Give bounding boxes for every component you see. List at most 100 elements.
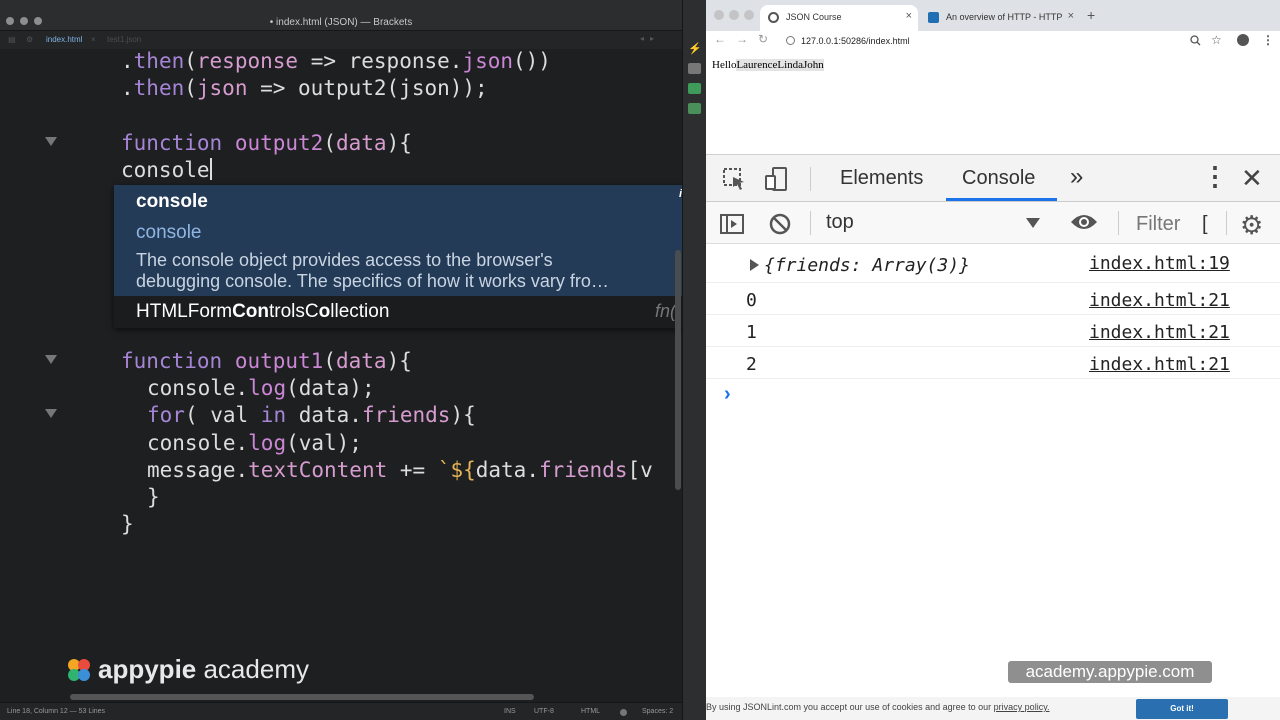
hint-item-label: HTMLFormControlsCollection	[136, 301, 390, 322]
console-sidebar-icon[interactable]	[720, 212, 744, 236]
brackets-editor: • index.html (JSON) — Brackets ▤ ⚙ index…	[0, 0, 698, 720]
close-tab-icon[interactable]: ×	[1068, 10, 1074, 22]
browser-tab-strip: JSON Course × An overview of HTTP - HTTP…	[706, 0, 1280, 31]
more-tabs-button[interactable]: »	[1070, 163, 1083, 191]
new-tab-button[interactable]: +	[1087, 7, 1095, 23]
tab-index-html[interactable]: index.html	[46, 35, 82, 44]
toolbar-divider	[1118, 211, 1119, 235]
inspect-element-icon[interactable]	[722, 167, 746, 191]
console-message-text[interactable]: {friends: Array(3)}	[764, 255, 970, 276]
console-message-text: 2	[746, 354, 757, 375]
zoom-icon[interactable]	[1190, 35, 1201, 46]
extension-icon[interactable]	[688, 103, 701, 114]
reload-button[interactable]: ↻	[758, 32, 768, 46]
live-preview-icon[interactable]: ⚡	[688, 42, 702, 55]
code-line: console.log(data);	[147, 376, 375, 400]
hint-description: The console object provides access to th…	[136, 250, 553, 270]
console-message: 0 index.html:21	[706, 283, 1280, 315]
hint-item-selected[interactable]: console i	[114, 185, 698, 217]
gear-icon[interactable]: ⚙	[26, 35, 33, 44]
console-filter-input[interactable]: Filter [	[1132, 211, 1222, 237]
split-icon[interactable]: ▤	[8, 35, 16, 44]
chevron-down-icon[interactable]	[1026, 218, 1040, 228]
bookmark-star-icon[interactable]: ☆	[1211, 33, 1222, 47]
fold-arrow-icon[interactable]	[45, 409, 57, 418]
device-toolbar-icon[interactable]	[764, 167, 788, 191]
fold-arrow-icon[interactable]	[45, 355, 57, 364]
profile-avatar[interactable]	[1237, 34, 1249, 46]
browser-tab-http-overview[interactable]: An overview of HTTP - HTTP | M ×	[920, 5, 1080, 31]
console-message-text: 0	[746, 290, 757, 311]
horizontal-scrollbar[interactable]	[70, 694, 534, 700]
tab-close-icon[interactable]: ×	[91, 35, 96, 44]
code-area[interactable]: .then(response => response.json()) .then…	[0, 49, 672, 689]
active-tab-indicator	[946, 198, 1057, 201]
hint-description-cont: debugging console. The specifics of how …	[136, 271, 609, 291]
forward-button[interactable]: →	[736, 32, 748, 46]
cursor-position: Line 18, Column 12 — 53 Lines	[7, 708, 106, 715]
vertical-scrollbar[interactable]	[675, 250, 681, 490]
clear-console-icon[interactable]	[768, 212, 792, 236]
code-line: for( val in data.friends){	[0, 403, 672, 430]
toolbar-divider	[1226, 211, 1227, 235]
tab-title: An overview of HTTP - HTTP | M	[946, 12, 1062, 22]
hint-item-label: console	[136, 191, 208, 212]
insert-mode[interactable]: INS	[504, 708, 516, 715]
tab-console[interactable]: Console	[962, 167, 1035, 190]
console-message-text: 1	[746, 322, 757, 343]
tab-scroll-arrows[interactable]: ◂▸	[640, 34, 660, 43]
hint-item[interactable]: HTMLFormControlsCollection fn()	[114, 296, 698, 328]
globe-icon	[768, 12, 779, 23]
browser-tab-json-course[interactable]: JSON Course ×	[760, 5, 918, 31]
back-button[interactable]: ←	[714, 32, 726, 46]
tab-test1-json[interactable]: test1.json	[107, 35, 141, 44]
cookie-accept-button[interactable]: Got it!	[1136, 699, 1228, 719]
chrome-browser: JSON Course × An overview of HTTP - HTTP…	[706, 0, 1280, 720]
watermark-text: appypie academy	[98, 654, 309, 684]
devtools-menu-icon[interactable]: ⋮	[1202, 161, 1228, 192]
url-text: 127.0.0.1:50286/index.html	[801, 36, 910, 46]
cookie-banner: By using JSONLint.com you accept our use…	[706, 697, 1280, 720]
cookie-text: By using JSONLint.com you accept our use…	[706, 702, 1050, 712]
language-select[interactable]: HTML	[581, 708, 600, 715]
tab-elements[interactable]: Elements	[840, 167, 923, 190]
console-source-link[interactable]: index.html:19	[1089, 253, 1230, 274]
editor-right-toolbar: ⚡	[682, 0, 706, 720]
editor-tab-bar: ▤ ⚙ index.html × test1.json ◂▸	[0, 31, 682, 49]
linter-status-icon[interactable]	[620, 709, 627, 716]
console-source-link[interactable]: index.html:21	[1089, 290, 1230, 311]
context-select[interactable]: top	[826, 211, 854, 234]
close-window-button[interactable]	[714, 10, 724, 20]
minimize-window-button[interactable]	[729, 10, 739, 20]
code-line: console.log(val);	[147, 431, 362, 455]
expand-triangle-icon[interactable]	[750, 259, 759, 271]
menu-kebab-icon[interactable]: ⋮	[1262, 33, 1274, 47]
close-devtools-button[interactable]: ✕	[1241, 163, 1263, 194]
indent-setting[interactable]: Spaces: 2	[642, 708, 673, 715]
live-expression-eye-icon[interactable]	[1070, 212, 1098, 232]
extension-manager-icon[interactable]	[688, 63, 701, 74]
privacy-policy-link[interactable]: privacy policy.	[994, 702, 1050, 712]
appypie-watermark: appypie academy	[66, 654, 309, 686]
toolbar-divider	[810, 211, 811, 235]
console-source-link[interactable]: index.html:21	[1089, 322, 1230, 343]
console-message: 2 index.html:21	[706, 347, 1280, 379]
encoding-select[interactable]: UTF-8	[534, 708, 554, 715]
fold-arrow-icon[interactable]	[45, 137, 57, 146]
code-line: function output2(data){	[0, 131, 672, 158]
console-source-link[interactable]: index.html:21	[1089, 354, 1230, 375]
address-bar[interactable]: 127.0.0.1:50286/index.html	[780, 33, 1200, 50]
console-message: 1 index.html:21	[706, 315, 1280, 347]
code-line: }	[121, 512, 134, 536]
extension-icon[interactable]	[688, 83, 701, 94]
code-line: message.textContent += `${data.friends[v	[147, 458, 653, 482]
devtools-panel: Elements Console » ⋮ ✕ top Filter [⚙ {f…	[706, 154, 1280, 720]
maximize-window-button[interactable]	[744, 10, 754, 20]
info-icon[interactable]	[786, 36, 795, 45]
code-line: function output1(data){	[0, 349, 672, 376]
close-tab-icon[interactable]: ×	[906, 10, 912, 22]
gear-icon[interactable]: ⚙	[1240, 210, 1263, 241]
hello-text: Hello	[712, 59, 737, 71]
code-line-current: console	[121, 158, 212, 182]
console-prompt-icon[interactable]: ›	[724, 383, 731, 406]
